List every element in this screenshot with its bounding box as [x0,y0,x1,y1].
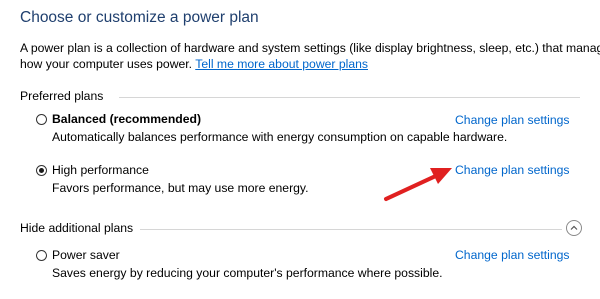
plan-name-power-saver[interactable]: Power saver [52,248,120,262]
red-arrow-icon [384,168,452,201]
change-plan-settings-power-saver-link[interactable]: Change plan settings [455,248,570,262]
preferred-plans-divider [119,97,580,98]
plan-name-high-performance[interactable]: High performance [52,163,149,177]
radio-power-saver[interactable] [36,250,47,261]
collapse-additional-plans-button[interactable] [566,220,582,236]
radio-high-performance[interactable] [36,165,47,176]
plan-description-balanced: Automatically balances performance with … [52,130,508,144]
chevron-up-icon [570,225,578,230]
radio-balanced[interactable] [36,114,47,125]
page-title: Choose or customize a power plan [20,9,259,26]
hide-additional-plans-header[interactable]: Hide additional plans [20,221,133,235]
intro-text: A power plan is a collection of hardware… [20,40,600,72]
plan-description-power-saver: Saves energy by reducing your computer's… [52,266,443,280]
preferred-plans-header: Preferred plans [20,89,104,103]
additional-plans-divider [140,229,562,230]
tell-me-more-link[interactable]: Tell me more about power plans [195,57,368,71]
plan-description-high-performance: Favors performance, but may use more ene… [52,181,309,195]
change-plan-settings-balanced-link[interactable]: Change plan settings [455,113,570,127]
change-plan-settings-high-performance-link[interactable]: Change plan settings [455,163,570,177]
intro-text-line1: A power plan is a collection of hardware… [20,41,600,55]
intro-text-line2: how your computer uses power. [20,57,193,71]
plan-name-balanced[interactable]: Balanced (recommended) [52,112,201,126]
